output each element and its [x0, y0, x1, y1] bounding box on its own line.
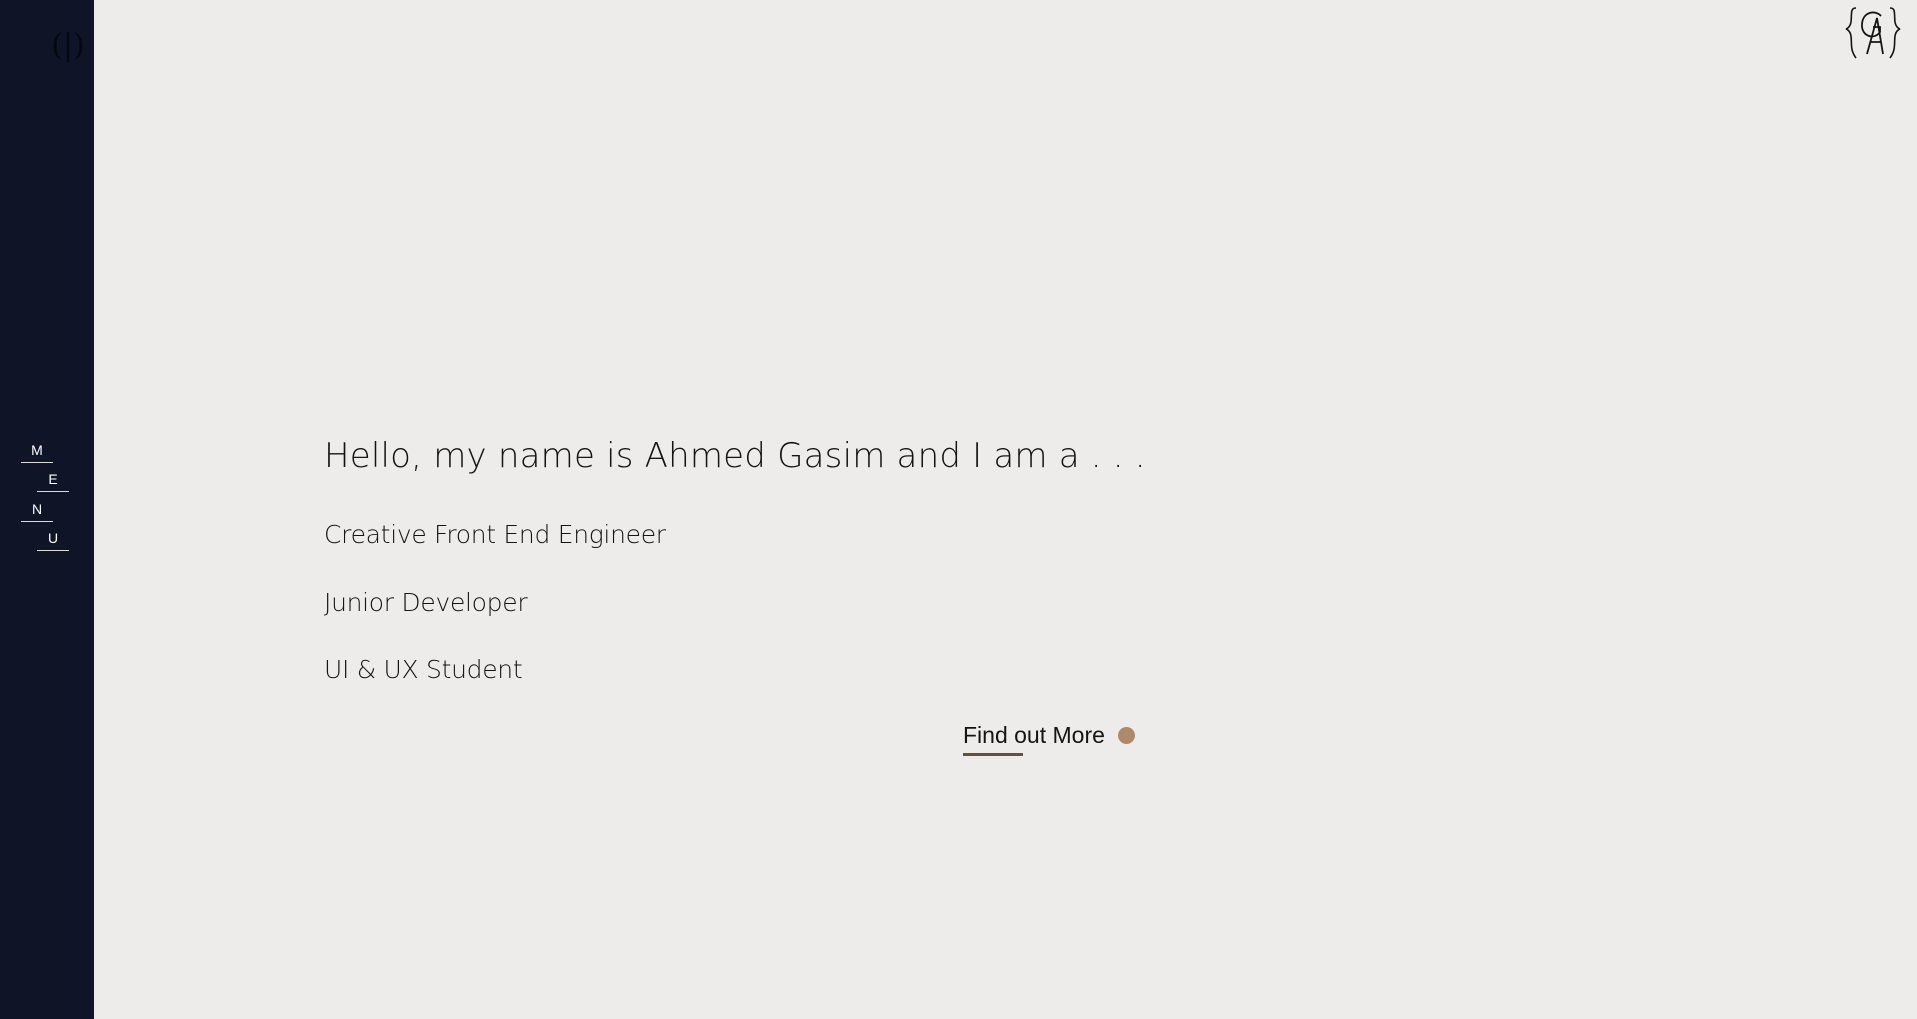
role-item: Junior Developer [324, 588, 528, 617]
menu-letter-e[interactable]: E [37, 469, 69, 492]
cta-dot-icon [1117, 727, 1135, 744]
logo-mark-icon [1845, 7, 1901, 59]
hero-content: Hello, my name is Ahmed Gasim and I am a… [324, 436, 1146, 684]
find-out-more-label: Find out More [963, 722, 1105, 748]
sidebar-toggle-icon[interactable]: (|) [48, 26, 88, 66]
menu-letter-m[interactable]: M [21, 440, 53, 463]
find-out-more-button[interactable]: Find out More [963, 720, 1135, 760]
cta-underline [963, 753, 1023, 756]
menu-letter-n[interactable]: N [21, 499, 53, 522]
role-item: UI & UX Student [324, 655, 523, 684]
role-item: Creative Front End Engineer [324, 520, 666, 549]
hero-title: Hello, my name is Ahmed Gasim and I am a… [324, 436, 1146, 476]
sidebar: (|) M E N U [0, 0, 94, 1019]
menu-letter-u[interactable]: U [37, 528, 69, 551]
logo[interactable] [1843, 2, 1903, 62]
